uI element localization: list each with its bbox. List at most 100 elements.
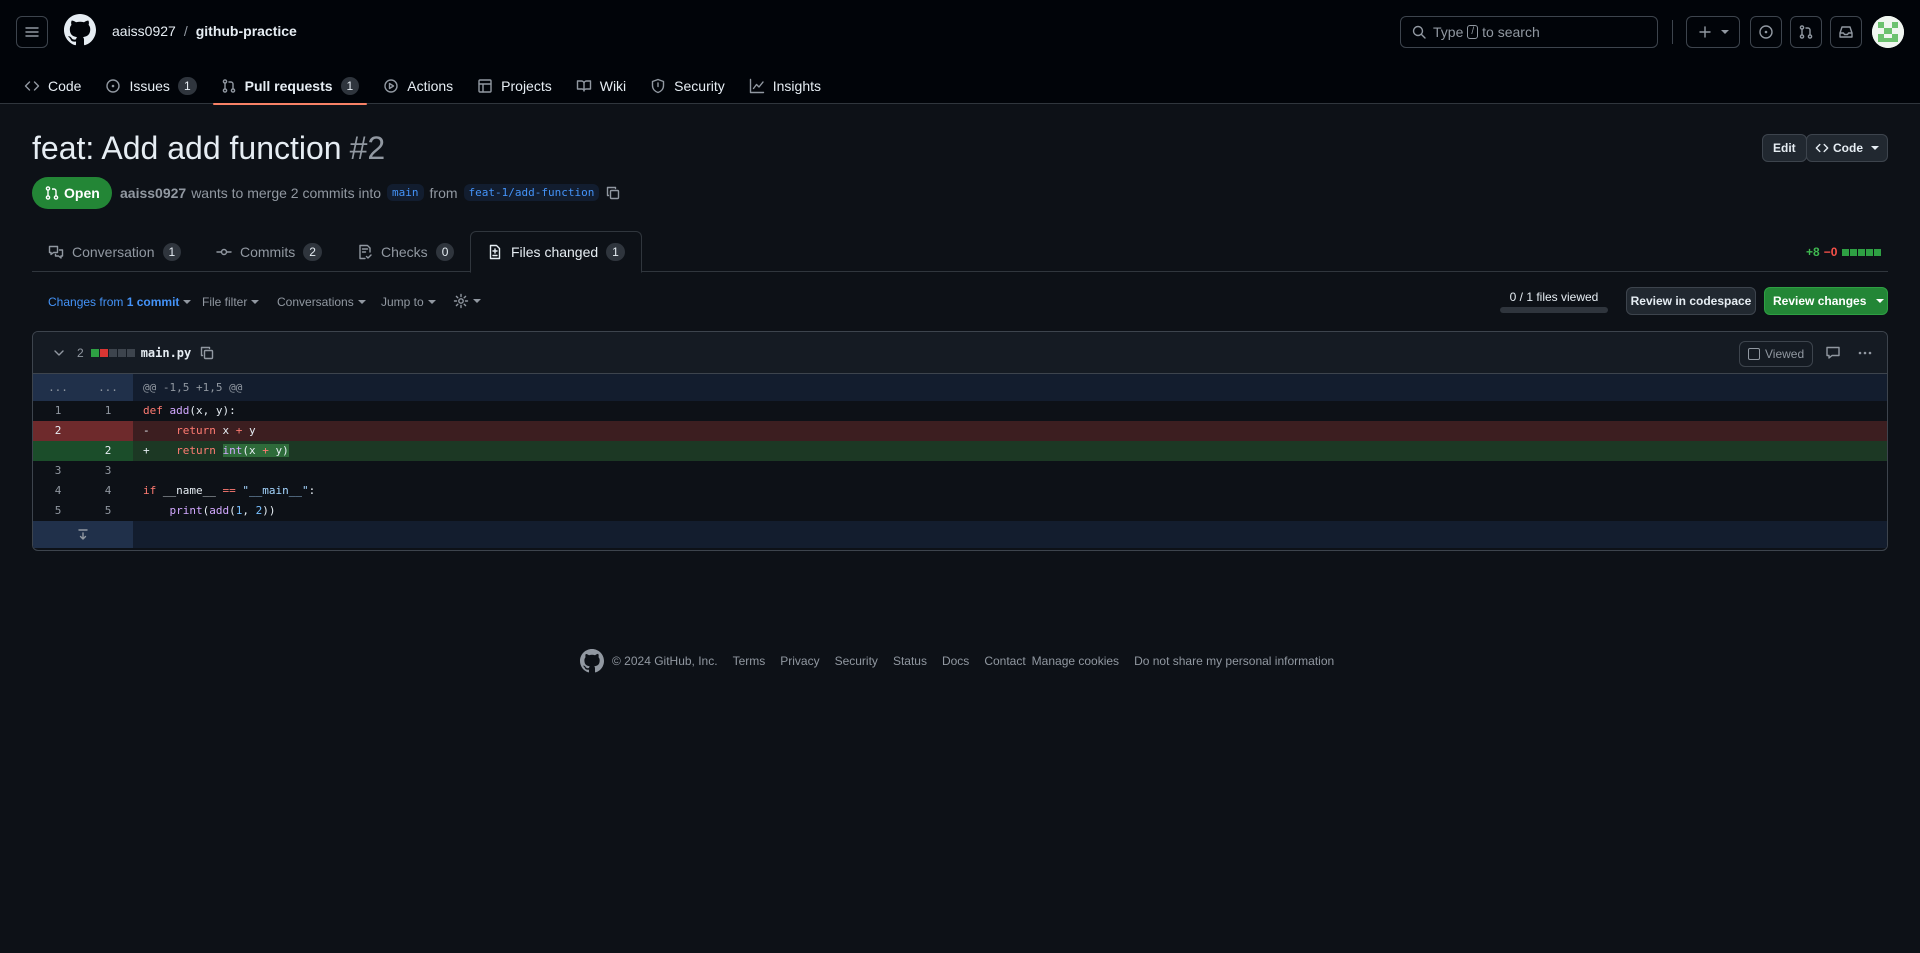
- hunk-header-row: ... ... @@ -1,5 +1,5 @@: [33, 374, 1887, 401]
- comment-icon[interactable]: [1825, 345, 1841, 361]
- shield-icon: [651, 78, 665, 94]
- file-filter-label: File filter: [202, 295, 248, 309]
- new-line-number[interactable]: 3: [83, 461, 133, 481]
- old-line-number[interactable]: 2: [33, 421, 83, 441]
- copy-icon[interactable]: [605, 185, 621, 201]
- inbox-button[interactable]: [1830, 16, 1862, 48]
- chevron-down-icon: [183, 300, 192, 304]
- edit-button[interactable]: Edit: [1762, 134, 1807, 162]
- issue-icon: [106, 79, 121, 93]
- footer-link-manage-cookies[interactable]: Manage cookies: [1032, 654, 1119, 668]
- tab-commits[interactable]: Commits 2: [200, 231, 338, 272]
- breadcrumb-separator: /: [183, 23, 188, 39]
- footer-link-contact[interactable]: Contact: [984, 654, 1025, 668]
- repo-nav-issues[interactable]: Issues 1: [97, 68, 204, 104]
- footer-link-docs[interactable]: Docs: [942, 654, 969, 668]
- new-line-number[interactable]: 5: [83, 501, 133, 521]
- issues-button[interactable]: [1750, 16, 1782, 48]
- merge-text: wants to merge 2 commits into: [191, 184, 382, 201]
- kebab-horizontal-icon[interactable]: [1857, 345, 1873, 361]
- play-icon: [384, 79, 398, 93]
- repo-link[interactable]: github-practice: [196, 23, 297, 39]
- footer-link-do-not-share[interactable]: Do not share my personal information: [1134, 654, 1334, 668]
- repo-nav-label: Projects: [501, 78, 552, 94]
- footer-link-privacy[interactable]: Privacy: [780, 654, 819, 668]
- counter-badge: 1: [162, 242, 182, 261]
- repo-nav: Code Issues 1 Pull requests 1 Actions Proj…: [16, 68, 837, 105]
- copy-icon[interactable]: [199, 345, 215, 361]
- owner-link[interactable]: aaiss0927: [112, 23, 176, 39]
- plus-icon: [1699, 26, 1711, 38]
- issue-icon: [1759, 25, 1773, 39]
- search-placeholder-prefix: Type: [1433, 24, 1464, 40]
- repo-nav-wiki[interactable]: Wiki: [568, 68, 634, 104]
- footer-link-status[interactable]: Status: [893, 654, 927, 668]
- expand-down-button[interactable]: [33, 521, 133, 548]
- diff-code: print(add(1, 2)): [169, 504, 276, 517]
- gear-icon: [453, 293, 469, 309]
- tab-conversation[interactable]: Conversation 1: [32, 231, 197, 272]
- avatar[interactable]: [1872, 16, 1904, 48]
- new-line-number[interactable]: [83, 421, 133, 441]
- old-line-number[interactable]: [33, 441, 83, 461]
- tab-checks[interactable]: Checks 0: [341, 231, 470, 272]
- file-filter-dropdown[interactable]: File filter: [202, 295, 260, 309]
- repo-nav-code[interactable]: Code: [16, 68, 89, 104]
- graph-icon: [749, 78, 764, 94]
- hunk-header: @@ -1,5 +1,5 @@: [143, 381, 243, 394]
- repo-nav-projects[interactable]: Projects: [469, 68, 560, 104]
- github-logo-icon[interactable]: [580, 649, 604, 673]
- commit-count-link: 1 commit: [126, 295, 180, 309]
- diff-line-deleted: 2 - return x + y: [33, 421, 1887, 441]
- review-in-codespace-button[interactable]: Review in codespace: [1626, 287, 1756, 315]
- pull-requests-button[interactable]: [1790, 16, 1822, 48]
- old-line-number[interactable]: 5: [33, 501, 83, 521]
- old-line-number[interactable]: 1: [33, 401, 83, 421]
- footer-link-terms[interactable]: Terms: [733, 654, 766, 668]
- search-input[interactable]: Type / to search: [1400, 16, 1658, 48]
- old-line-number[interactable]: 3: [33, 461, 83, 481]
- repo-nav-label: Issues: [129, 78, 170, 94]
- table-icon: [478, 79, 492, 93]
- comment-discussion-icon: [48, 245, 64, 259]
- pr-number: #2: [349, 130, 386, 166]
- file-diff: 2 main.py Viewed ... ... @@ -1,5 +1,5 @@…: [32, 331, 1888, 551]
- author-link[interactable]: aaiss0927: [120, 185, 186, 201]
- new-line-number[interactable]: 1: [83, 401, 133, 421]
- old-line-number[interactable]: 4: [33, 481, 83, 501]
- repo-nav-label: Code: [48, 78, 82, 94]
- viewed-checkbox[interactable]: Viewed: [1739, 341, 1813, 367]
- jump-to-dropdown[interactable]: Jump to: [381, 295, 436, 309]
- new-line-number[interactable]: 4: [83, 481, 133, 501]
- create-new-button[interactable]: [1686, 16, 1740, 48]
- conversations-dropdown[interactable]: Conversations: [277, 295, 366, 309]
- page-title: feat: Add add function #2: [32, 130, 385, 167]
- repo-nav-label: Insights: [772, 78, 821, 94]
- repo-nav-security[interactable]: Security: [642, 68, 733, 104]
- header-divider: [1672, 20, 1673, 44]
- footer-link-security[interactable]: Security: [835, 654, 878, 668]
- changes-from-label: Changes from: [48, 295, 124, 309]
- checklist-icon: [359, 244, 372, 259]
- repo-nav-pull-requests[interactable]: Pull requests 1: [212, 68, 368, 105]
- github-logo-icon[interactable]: [64, 14, 96, 46]
- base-branch[interactable]: main: [387, 184, 424, 201]
- new-line-number[interactable]: 2: [83, 441, 133, 461]
- review-changes-button[interactable]: Review changes: [1764, 287, 1888, 315]
- diff-settings-dropdown[interactable]: [453, 293, 481, 309]
- code-button[interactable]: Code: [1806, 134, 1888, 162]
- head-branch[interactable]: feat-1/add-function: [463, 184, 600, 201]
- diff-sign: -: [143, 424, 150, 437]
- hunk-expand-old[interactable]: ...: [33, 374, 83, 401]
- tab-files-changed[interactable]: Files changed 1: [470, 231, 642, 273]
- chevron-down-icon: [357, 300, 366, 304]
- file-name[interactable]: main.py: [141, 346, 192, 360]
- hunk-expand-new[interactable]: ...: [83, 374, 133, 401]
- pull-request-icon: [45, 186, 59, 200]
- menu-button[interactable]: [16, 16, 48, 48]
- chevron-down-icon[interactable]: [51, 345, 67, 361]
- status-label: Open: [64, 185, 100, 201]
- repo-nav-insights[interactable]: Insights: [741, 68, 829, 104]
- repo-nav-actions[interactable]: Actions: [375, 68, 461, 104]
- changes-from-dropdown[interactable]: Changes from 1 commit: [48, 295, 192, 309]
